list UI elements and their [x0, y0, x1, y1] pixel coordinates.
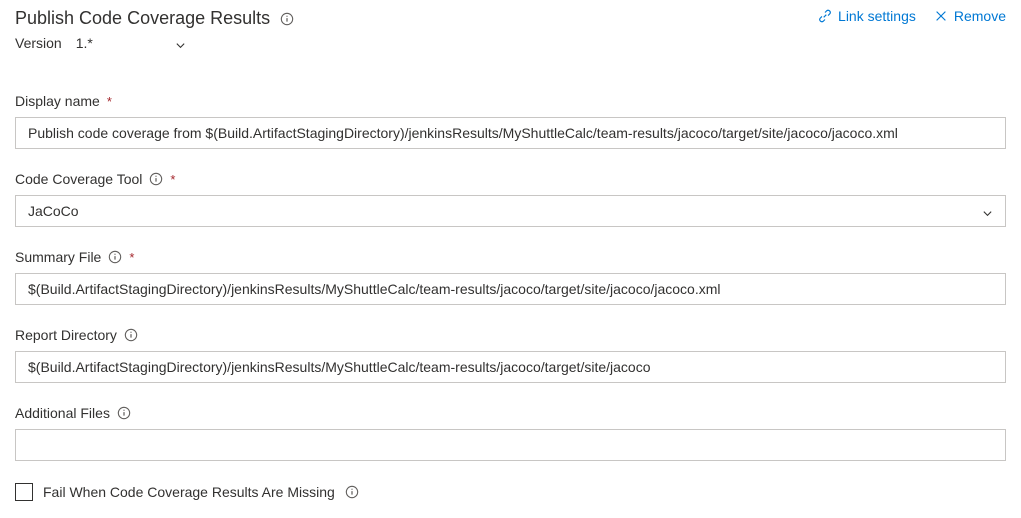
report-directory-label: Report Directory [15, 327, 117, 343]
info-icon[interactable] [345, 485, 359, 499]
remove-button[interactable]: Remove [934, 8, 1006, 24]
remove-label: Remove [954, 8, 1006, 24]
fail-when-missing-label: Fail When Code Coverage Results Are Miss… [43, 484, 335, 500]
info-icon[interactable] [149, 172, 163, 186]
report-directory-input[interactable] [15, 351, 1006, 383]
link-settings-button[interactable]: Link settings [818, 8, 916, 24]
code-coverage-tool-value: JaCoCo [28, 203, 79, 219]
required-mark: * [129, 250, 134, 265]
info-icon[interactable] [117, 406, 131, 420]
version-label: Version [15, 35, 62, 51]
summary-file-input[interactable] [15, 273, 1006, 305]
info-icon[interactable] [108, 250, 122, 264]
version-select[interactable]: 1.* [76, 35, 186, 51]
required-mark: * [170, 172, 175, 187]
summary-file-label: Summary File [15, 249, 101, 265]
additional-files-input[interactable] [15, 429, 1006, 461]
version-value: 1.* [76, 35, 93, 51]
chevron-down-icon [175, 38, 186, 49]
fail-when-missing-checkbox[interactable] [15, 483, 33, 501]
additional-files-label: Additional Files [15, 405, 110, 421]
code-coverage-tool-label: Code Coverage Tool [15, 171, 142, 187]
link-icon [818, 9, 832, 23]
display-name-input[interactable] [15, 117, 1006, 149]
required-mark: * [107, 94, 112, 109]
info-icon[interactable] [280, 12, 294, 26]
code-coverage-tool-select[interactable]: JaCoCo [15, 195, 1006, 227]
chevron-down-icon [982, 206, 993, 217]
close-icon [934, 9, 948, 23]
display-name-label: Display name [15, 93, 100, 109]
info-icon[interactable] [124, 328, 138, 342]
link-settings-label: Link settings [838, 8, 916, 24]
page-title: Publish Code Coverage Results [15, 8, 270, 29]
